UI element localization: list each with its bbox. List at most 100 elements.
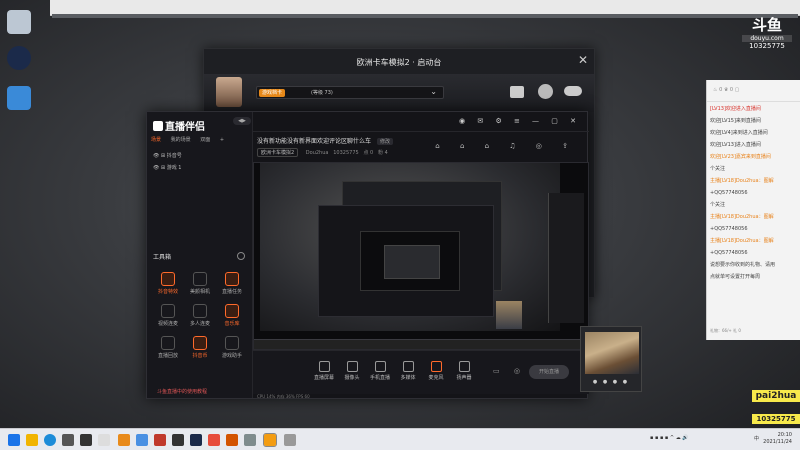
tools-title: 工具箱	[153, 254, 172, 261]
nested-chat	[548, 193, 584, 323]
edge-icon[interactable]	[44, 434, 56, 446]
cloud-icon[interactable]	[564, 86, 582, 96]
chat-header-icons[interactable]: ♨ 0 ♛ 0 ▢	[713, 87, 739, 93]
speaker-button[interactable]: 扬声器	[451, 361, 477, 381]
stream-title[interactable]: 没有新功能没有新界面欢迎评论区聊什么车	[257, 138, 371, 145]
tool-item[interactable]: 直播任务	[217, 272, 247, 295]
tray-icons[interactable]: ▪ ▪ ▪ ▪ ^ ☁ 🔊	[650, 435, 689, 441]
clock[interactable]: 20:10 2021/11/24	[763, 432, 792, 446]
close-icon[interactable]: ✕	[578, 53, 588, 67]
chat-message: +QQ57748056	[710, 190, 748, 196]
app-icon[interactable]	[226, 434, 238, 446]
camera-controls[interactable]: ● ● ● ●	[581, 379, 641, 385]
edit-title-button[interactable]: 修改	[377, 138, 394, 145]
launcher-profile-bar: 游戏档卡 (等级 73) ⌄	[204, 74, 594, 112]
status-bar: CPU 14% 内存 36% FPS 60	[257, 394, 310, 399]
screen-icon	[318, 361, 330, 372]
tab-scene[interactable]: 场景	[151, 137, 161, 143]
taskbar: ▪ ▪ ▪ ▪ ^ ☁ 🔊 中 20:10 2021/11/24	[0, 428, 800, 450]
screen-capture-button[interactable]: 直播屏幕	[311, 361, 337, 381]
app-icon[interactable]	[118, 434, 130, 446]
source-row[interactable]: 👁 ⊞ 游戏 1	[153, 164, 182, 171]
nested-preview-inner	[384, 245, 440, 279]
launcher-title: 欧洲卡车模拟2 · 启动台	[356, 58, 442, 67]
desktop-app-icon[interactable]	[7, 86, 31, 110]
search-icon[interactable]	[26, 434, 38, 446]
streaming-app-icon[interactable]	[263, 433, 277, 447]
streamer-id-tag: 10325775	[752, 414, 800, 424]
chat-message: 主播[LV18]Dou2hua：图解	[710, 178, 774, 184]
chat-panel: ♨ 0 ♛ 0 ▢ [LV13]欢迎进入直播间 欢迎[LV15]来到直播间 欢迎[L…	[706, 80, 800, 340]
version-toggle[interactable]: ◀▶	[233, 117, 251, 125]
tutorial-link[interactable]: 斗鱼直播中的使用教程	[157, 388, 207, 395]
app-icon[interactable]	[172, 434, 184, 446]
input-method[interactable]: 中	[754, 435, 759, 442]
video-call-icon	[161, 304, 175, 318]
window-controls[interactable]: ◉ ✉ ⚙ ≡ — ▢ ✕	[459, 117, 581, 125]
gamepad-icon[interactable]	[510, 86, 524, 98]
source-label: 游戏 1	[166, 165, 182, 171]
clock-time: 20:10	[777, 432, 792, 438]
app-logo: 直播伴侣	[153, 118, 205, 133]
app-icon[interactable]	[284, 434, 296, 446]
music-icon	[225, 304, 239, 318]
logo-mark-icon	[153, 121, 163, 131]
chat-message: 说想要示你收到的礼物、请用	[710, 262, 776, 268]
tab-dual[interactable]: 双面	[200, 137, 210, 143]
chat-message: 欢迎[LV4]来到进入直播间	[710, 130, 768, 136]
category-pill[interactable]: 欧洲卡车模拟2	[257, 148, 299, 157]
steam-icon[interactable]	[190, 434, 202, 446]
camera-button[interactable]: 摄像头	[339, 361, 365, 381]
start-icon[interactable]	[8, 434, 20, 446]
avatar	[216, 77, 242, 107]
coin-icon	[193, 336, 207, 350]
game-helper-icon	[225, 336, 239, 350]
app-name: 直播伴侣	[165, 122, 205, 133]
app-icon[interactable]	[244, 434, 256, 446]
profile-level: (等级 73)	[311, 90, 333, 96]
media-button[interactable]: 多媒体	[395, 361, 421, 381]
stream-preview[interactable]	[253, 162, 589, 350]
chat-message: +QQ57748056	[710, 250, 748, 256]
bottom-toolbar: 直播屏幕 摄像头 手机直播 多媒体 麦克风 扬声器 ▭ ◎ ⚙ 开始直播	[253, 350, 589, 394]
app-icon[interactable]	[208, 434, 220, 446]
chat-message: [LV13]欢迎进入直播间	[710, 106, 761, 112]
app-icon[interactable]	[98, 434, 110, 446]
start-live-button[interactable]: 开始直播	[529, 365, 569, 379]
profile-select[interactable]: 游戏档卡 (等级 73) ⌄	[256, 86, 444, 99]
douyu-logo: 斗鱼	[751, 16, 782, 34]
chat-message: 主播[LV18]Dou2hua：图解	[710, 238, 774, 244]
source-row[interactable]: 👁 ⊞ 抖音号	[153, 152, 182, 159]
app-header: ◉ ✉ ⚙ ≡ — ▢ ✕	[253, 112, 589, 132]
app-icon[interactable]	[80, 434, 92, 446]
speaker-icon	[458, 361, 470, 372]
recycle-bin-icon[interactable]	[7, 10, 31, 34]
tools-settings-icon[interactable]	[237, 252, 245, 260]
tool-item[interactable]: 美颜相机	[185, 272, 215, 295]
douyu-domain: douyu.com	[742, 35, 792, 42]
tool-item[interactable]: 视频连麦	[153, 304, 183, 327]
chat-message: 欢迎[LV15]来到直播间	[710, 118, 761, 124]
tool-item[interactable]: 多人连麦	[185, 304, 215, 327]
tool-item[interactable]: 抖音币	[185, 336, 215, 359]
tool-item[interactable]: 抖音特效	[153, 272, 183, 295]
tool-item[interactable]: 直播回放	[153, 336, 183, 359]
replay-icon	[161, 336, 175, 350]
app-icon[interactable]	[62, 434, 74, 446]
tab-my-scene[interactable]: 我的场景	[171, 137, 191, 143]
add-scene-icon[interactable]: +	[220, 137, 224, 143]
globe-icon[interactable]	[538, 84, 553, 99]
tool-item[interactable]: 游戏助手	[217, 336, 247, 359]
quick-icons[interactable]: ⌂ ⌂ ⌂ ♫ ◎ ⇪	[435, 142, 577, 150]
mic-button[interactable]: 麦克风	[423, 361, 449, 381]
app-icon[interactable]	[154, 434, 166, 446]
mic-icon	[430, 361, 442, 372]
streaming-app-window: 直播伴侣 ◀▶ 场景 我的场景 双面 + 👁 ⊞ 抖音号 👁 ⊞ 游戏 1 工具…	[146, 111, 589, 399]
phone-live-button[interactable]: 手机直播	[367, 361, 393, 381]
chat-message: 欢迎[LV13]进入直播间	[710, 142, 761, 148]
chat-message: 点就单可设置打开每周	[710, 274, 761, 280]
tool-item[interactable]: 音乐库	[217, 304, 247, 327]
app-icon[interactable]	[136, 434, 148, 446]
room-id: 10325775	[749, 42, 785, 50]
steam-icon[interactable]	[7, 46, 31, 70]
